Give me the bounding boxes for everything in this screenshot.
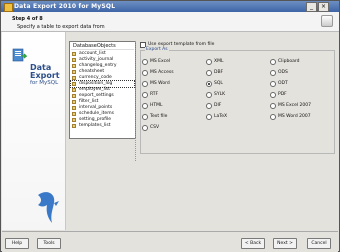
cancel-button[interactable]: Cancel xyxy=(307,238,331,249)
export-logo-icon xyxy=(12,48,27,62)
app-icon xyxy=(4,3,13,12)
table-icon xyxy=(72,100,76,104)
step-description: Specify a table to export data from xyxy=(17,24,105,30)
product-name-line3: for MySQL xyxy=(30,80,59,86)
table-list-item[interactable]: templates_list xyxy=(71,123,134,129)
table-icon xyxy=(72,64,76,68)
table-list[interactable]: DatabaseObjects account_list activity_jo… xyxy=(69,41,136,139)
dolphin-logo-icon xyxy=(38,192,59,223)
table-icon xyxy=(72,76,76,80)
table-icon xyxy=(72,124,76,128)
header-graphic-icon xyxy=(321,15,333,27)
minimize-button[interactable]: _ xyxy=(306,2,317,12)
product-name-line2: Export xyxy=(30,71,60,80)
table-icon xyxy=(72,94,76,98)
table-icon xyxy=(72,58,76,62)
export-format-group-label: Export As xyxy=(145,47,169,52)
wizard-sidebar: Data Export for MySQL xyxy=(2,32,66,230)
table-list-header: DatabaseObjects xyxy=(71,43,134,50)
table-icon xyxy=(72,52,76,56)
title-bar: Data Export 2010 for MySQL _ × xyxy=(1,1,339,12)
wizard-header: Step 4 of 8 Specify a table to export da… xyxy=(1,12,339,32)
close-button[interactable]: × xyxy=(318,2,329,12)
export-wizard-window: Data Export 2010 for MySQL _ × Step 4 of… xyxy=(0,0,340,252)
back-button[interactable]: < Back xyxy=(241,238,265,249)
help-button[interactable]: Help xyxy=(5,238,29,249)
tools-button[interactable]: Tools xyxy=(37,238,61,249)
table-icon xyxy=(72,118,76,122)
next-button[interactable]: Next > xyxy=(273,238,297,249)
window-title: Data Export 2010 for MySQL xyxy=(14,3,116,10)
table-icon xyxy=(72,106,76,110)
table-icon xyxy=(72,88,76,92)
table-icon xyxy=(72,70,76,74)
table-icon xyxy=(72,82,76,86)
step-indicator: Step 4 of 8 xyxy=(12,16,43,22)
table-icon xyxy=(72,112,76,116)
splitter[interactable] xyxy=(135,41,136,161)
